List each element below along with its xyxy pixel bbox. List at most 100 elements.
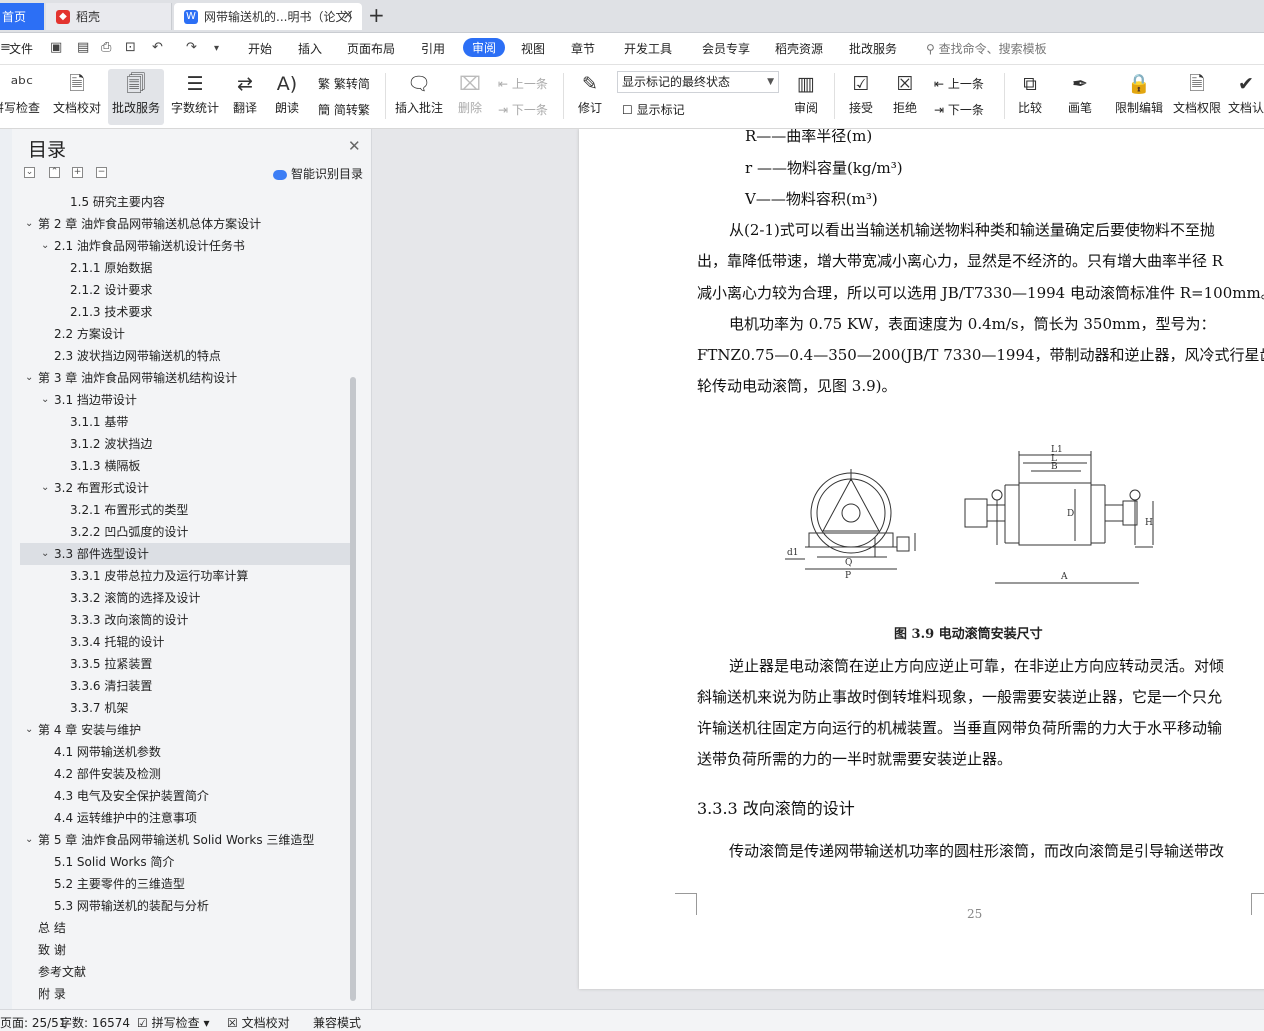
doc-permission-button[interactable]: 🗎 文档权限 [1170,69,1224,125]
toc-item[interactable]: 3.3.4 托辊的设计 [20,631,350,653]
menu-view[interactable]: 视图 [521,40,545,57]
menu-member[interactable]: 会员专享 [702,40,750,57]
menu-reference[interactable]: 引用 [421,40,445,57]
toc-item[interactable]: 3.2.2 凹凸弧度的设计 [20,521,350,543]
toc-item[interactable]: ⌄ 3.1 挡边带设计 [20,389,350,411]
next-comment-button[interactable]: ⇥ 下一条 [498,101,548,118]
simp-to-trad-button[interactable]: 簡 简转繁 [318,101,370,118]
status-spellcheck[interactable]: ☑ 拼写检查 ▾ [137,1014,209,1031]
redo-icon[interactable]: ↷ [186,40,197,55]
toc-item[interactable]: 1.5 研究主要内容 [20,191,350,213]
insert-comment-button[interactable]: 🗨 插入批注 [392,69,446,125]
chevron-down-icon[interactable]: ⌄ [41,543,49,565]
word-count[interactable]: 字数: 16574 [60,1014,130,1031]
toc-item[interactable]: 2.1.1 原始数据 [20,257,350,279]
toc-item[interactable]: 3.3.7 机架 [20,697,350,719]
markup-state-select[interactable]: 显示标记的最终状态 ▼ [617,71,779,93]
track-changes-button[interactable]: ✎ 修订 [570,69,610,125]
add-heading-icon[interactable]: + [72,167,83,178]
menu-chapter[interactable]: 章节 [571,40,595,57]
toc-item[interactable]: 4.1 网带输送机参数 [20,741,350,763]
doc-cert-button[interactable]: ✔ 文档认 [1228,69,1264,125]
prev-change-button[interactable]: ⇤ 上一条 [934,75,984,92]
toc-item[interactable]: 3.2.1 布置形式的类型 [20,499,350,521]
toc-item[interactable]: 3.3.1 皮带总拉力及运行功率计算 [20,565,350,587]
menu-insert[interactable]: 插入 [298,40,322,57]
toc-item[interactable]: 附 录 [20,983,350,1005]
menu-start[interactable]: 开始 [248,40,272,57]
toc-item[interactable]: ⌄ 第 4 章 安装与维护 [20,719,350,741]
toc-item[interactable]: ⌄ 第 2 章 油炸食品网带输送机总体方案设计 [20,213,350,235]
compare-button[interactable]: ⧉ 比较 [1010,69,1050,125]
close-icon[interactable]: ✕ [348,137,361,155]
reject-button[interactable]: ☒ 拒绝 [886,69,924,125]
pen-button[interactable]: ✒ 画笔 [1062,69,1098,125]
toc-item[interactable]: 总 结 [20,917,350,939]
toc-item[interactable]: 2.3 波状挡边网带输送机的特点 [20,345,350,367]
print-preview-icon[interactable]: ⊡ [125,40,136,55]
expand-all-icon[interactable]: ⌄ [24,167,35,178]
chevron-down-icon[interactable]: ⌄ [41,235,49,257]
close-tab-icon[interactable]: × [342,7,354,23]
toc-item[interactable]: ⌄ 2.1 油炸食品网带输送机设计任务书 [20,235,350,257]
save-icon[interactable]: ▣ [50,40,62,55]
restrict-edit-button[interactable]: 🔒 限制编辑 [1112,69,1166,125]
page-indicator[interactable]: 页面: 25/51 [0,1014,66,1031]
toc-item[interactable]: 2.1.3 技术要求 [20,301,350,323]
tab-home[interactable]: 首页 [0,3,44,30]
show-markup-button[interactable]: ☐ 显示标记 [622,101,685,118]
toc-item[interactable]: 4.3 电气及安全保护装置简介 [20,785,350,807]
chevron-down-icon[interactable]: ⌄ [41,389,49,411]
delete-comment-button[interactable]: ⌧ 删除 [450,69,490,125]
toc-item[interactable]: ⌄ 3.2 布置形式设计 [20,477,350,499]
toc-item[interactable]: 3.3.5 拉紧装置 [20,653,350,675]
chevron-down-icon[interactable]: ⌄ [25,367,33,389]
menu-devtools[interactable]: 开发工具 [624,40,672,57]
toc-item[interactable]: ⌄ 第 5 章 油炸食品网带输送机 Solid Works 三维造型 [20,829,350,851]
toc-item[interactable]: 3.3.3 改向滚筒的设计 [20,609,350,631]
menu-docer-resources[interactable]: 稻壳资源 [775,40,823,57]
trad-to-simp-button[interactable]: 繁 繁转简 [318,75,370,92]
menu-grading[interactable]: 批改服务 [849,40,897,57]
print-icon[interactable]: ⎙ [101,40,111,55]
toc-item[interactable]: 3.1.3 横隔板 [20,455,350,477]
spellcheck-button[interactable]: ᵃᵇᶜ 拼写检查 [0,69,44,125]
toc-item[interactable]: 5.3 网带输送机的装配与分析 [20,895,350,917]
accept-button[interactable]: ☑ 接受 [842,69,880,125]
chevron-down-icon[interactable]: ⌄ [41,477,49,499]
wordcount-button[interactable]: ☰ 字数统计 [168,69,222,125]
new-tab-icon[interactable]: + [368,3,385,27]
toc-item[interactable]: 3.1.1 基带 [20,411,350,433]
undo-icon[interactable]: ↶ [152,40,163,55]
export-pdf-icon[interactable]: ▤ [77,40,89,55]
toc-item[interactable]: 3.3.2 滚筒的选择及设计 [20,587,350,609]
menu-review[interactable]: 审阅 [463,38,506,57]
toc-item[interactable]: 参考文献 [20,961,350,983]
collapse-all-icon[interactable]: ⌃ [49,167,60,178]
next-change-button[interactable]: ⇥ 下一条 [934,101,984,118]
toc-item[interactable]: 3.3.6 清扫装置 [20,675,350,697]
toc-item[interactable]: 4.2 部件安装及检测 [20,763,350,785]
doccheck-button[interactable]: 🗎 文档校对 [50,69,104,125]
chevron-down-icon[interactable]: ⌄ [25,719,33,741]
toc-item[interactable]: 5.1 Solid Works 简介 [20,851,350,873]
tab-document[interactable]: W 网带输送机的...明书（论文） × [174,3,362,30]
tab-docer[interactable]: ◆ 稻壳 [46,3,172,30]
smart-toc-button[interactable]: 智能识别目录 [273,165,363,182]
toc-scrollbar[interactable] [350,377,356,1001]
toc-item[interactable]: 5.2 主要零件的三维造型 [20,873,350,895]
review-pane-button[interactable]: ▥ 审阅 [786,69,826,125]
menu-layout[interactable]: 页面布局 [347,40,395,57]
toc-item[interactable]: ⌄ 3.3 部件选型设计 [20,543,350,565]
toc-item[interactable]: 2.2 方案设计 [20,323,350,345]
toc-item[interactable]: 2.1.2 设计要求 [20,279,350,301]
toc-item[interactable]: 3.1.2 波状挡边 [20,433,350,455]
toc-item[interactable]: ⌄ 第 3 章 油炸食品网带输送机结构设计 [20,367,350,389]
read-aloud-button[interactable]: A) 朗读 [270,69,304,125]
remove-heading-icon[interactable]: − [96,167,107,178]
grading-button[interactable]: 🗐 批改服务 [108,69,164,125]
toc-item[interactable]: 致 谢 [20,939,350,961]
command-search[interactable]: ⚲ 查找命令、搜索模板 [926,40,1047,57]
quick-access-more-icon[interactable]: ▾ [214,43,219,54]
translate-button[interactable]: ⇄ 翻译 [226,69,264,125]
